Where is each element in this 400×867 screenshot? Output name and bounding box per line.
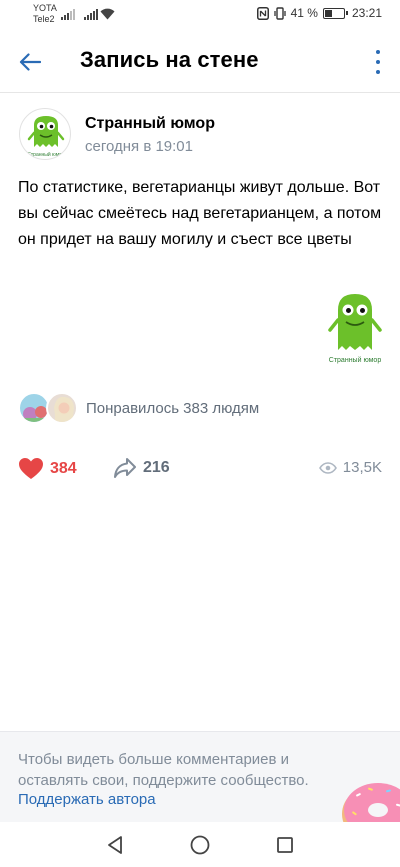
donut-icon xyxy=(342,783,400,822)
status-bar: YOTA Tele2 41 % 23:21 xyxy=(0,0,400,30)
nav-home-button[interactable] xyxy=(189,834,211,856)
nav-recents-button[interactable] xyxy=(274,834,296,856)
header-divider xyxy=(0,92,400,93)
eye-icon xyxy=(318,461,337,474)
nav-back-icon xyxy=(108,836,122,854)
wifi-icon xyxy=(100,8,115,20)
likers-avatars[interactable] xyxy=(18,392,78,426)
share-icon xyxy=(114,458,136,478)
vibrate-icon xyxy=(273,6,286,20)
nav-home-icon xyxy=(190,835,210,855)
post-image[interactable]: Странный юмор xyxy=(326,290,384,368)
carrier-1: YOTA xyxy=(33,3,57,13)
share-count: 216 xyxy=(143,459,170,476)
system-nav-bar xyxy=(0,822,400,867)
page-title: Запись на стене xyxy=(80,47,259,72)
carriers: YOTA Tele2 xyxy=(33,3,57,25)
sticker-text: Странный юмор xyxy=(329,356,382,364)
more-vertical-icon xyxy=(376,50,380,54)
back-arrow-icon xyxy=(19,53,41,71)
post-actions: 384 216 13,5K xyxy=(0,455,400,487)
like-button[interactable]: 384 xyxy=(18,457,77,480)
signal-icon-2 xyxy=(84,9,98,20)
author-name[interactable]: Странный юмор xyxy=(85,115,215,133)
author-avatar[interactable]: Странный юмор xyxy=(19,108,71,160)
heart-icon xyxy=(19,458,43,479)
monster-sticker: Странный юмор xyxy=(328,294,382,364)
like-count: 384 xyxy=(50,459,77,477)
post-time: сегодня в 19:01 xyxy=(85,138,193,155)
battery-icon xyxy=(322,7,348,19)
nav-back-button[interactable] xyxy=(104,834,126,856)
battery-percent: 41 % xyxy=(290,6,318,20)
likes-summary[interactable]: Понравилось 383 людям xyxy=(86,400,259,417)
header: Запись на стене xyxy=(0,30,400,92)
liker-avatar xyxy=(46,392,78,424)
support-text: Чтобы видеть больше комментариев и остав… xyxy=(18,751,309,789)
logo-text: Странный юмор xyxy=(27,151,65,158)
monster-logo: Странный юмор xyxy=(27,116,65,158)
signal-icon xyxy=(61,9,75,20)
screen: YOTA Tele2 41 % 23:21 Запись на стене Ст… xyxy=(0,0,400,867)
support-panel: Чтобы видеть больше комментариев и остав… xyxy=(0,731,400,822)
views: 13,5K xyxy=(318,459,382,476)
more-button[interactable] xyxy=(374,50,382,74)
support-author-link[interactable]: Поддержать автора xyxy=(18,791,156,808)
nav-recents-icon xyxy=(277,837,293,853)
nfc-icon xyxy=(256,6,269,20)
back-button[interactable] xyxy=(14,46,46,78)
status-right: 41 % 23:21 xyxy=(256,6,382,20)
post-text: По статистике, вегетарианцы живут дольше… xyxy=(18,179,382,248)
share-button[interactable]: 216 xyxy=(113,457,170,479)
view-count: 13,5K xyxy=(342,459,382,476)
carrier-2: Tele2 xyxy=(33,14,55,24)
clock: 23:21 xyxy=(351,6,382,20)
